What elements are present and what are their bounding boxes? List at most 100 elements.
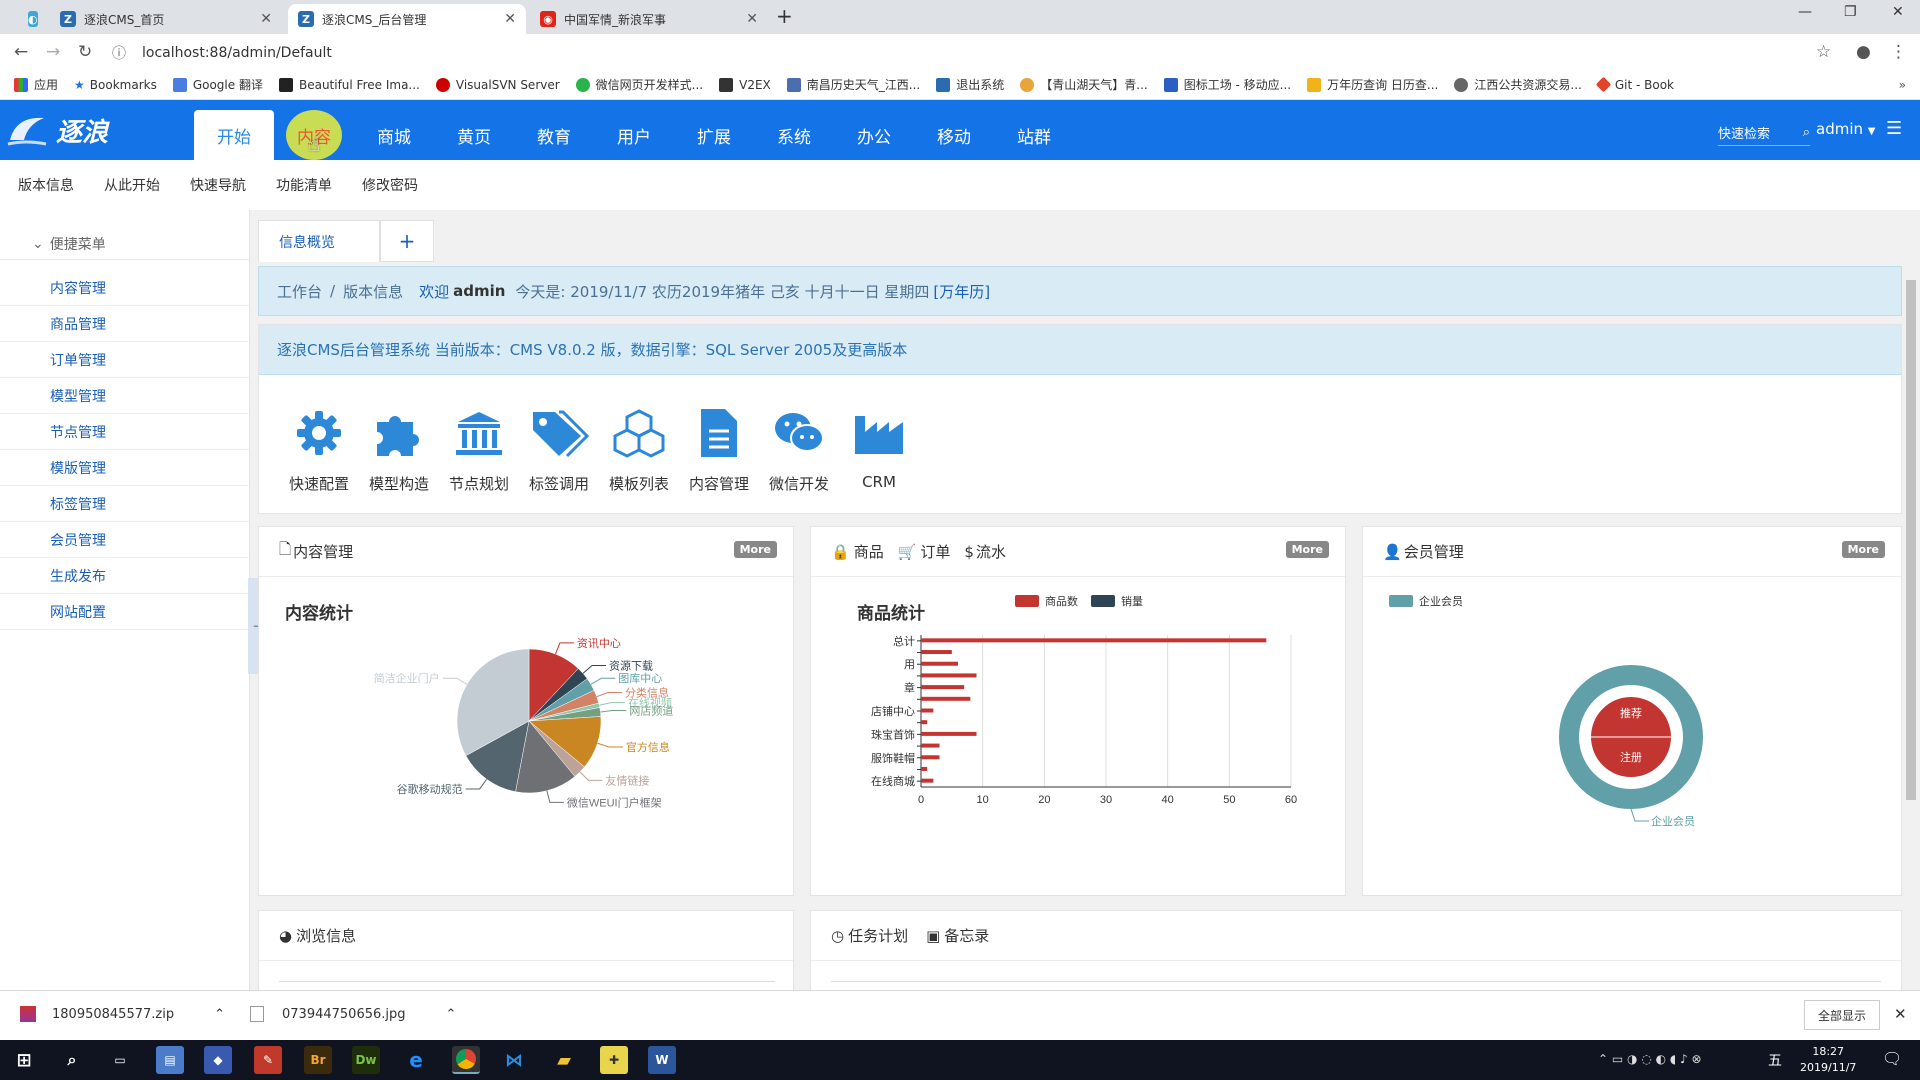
folder-icon[interactable]: ▰: [550, 1046, 578, 1074]
word-icon[interactable]: W: [648, 1046, 676, 1074]
forward-icon[interactable]: →: [46, 42, 60, 62]
menu-dots-icon[interactable]: ⋮: [1890, 42, 1907, 62]
nav-system[interactable]: 系统: [754, 110, 834, 160]
bookmark-item[interactable]: 退出系统: [936, 76, 1004, 93]
notepad-icon[interactable]: ▤: [156, 1046, 184, 1074]
close-icon[interactable]: ✕: [504, 11, 516, 27]
bookmark-item[interactable]: ★ Bookmarks: [74, 78, 157, 92]
nav-users[interactable]: 用户: [594, 110, 674, 160]
more-button[interactable]: More: [1285, 541, 1329, 558]
close-icon[interactable]: ✕: [746, 11, 758, 27]
sidebar-item-site-config[interactable]: 网站配置: [0, 594, 250, 630]
sidebar-item-publish[interactable]: 生成发布: [0, 558, 250, 594]
nav-education[interactable]: 教育: [514, 110, 594, 160]
more-button[interactable]: More: [733, 541, 777, 558]
sidebar-item-templates[interactable]: 模版管理: [0, 450, 250, 486]
subnav-version[interactable]: 版本信息: [18, 175, 74, 195]
new-tab-icon[interactable]: +: [776, 4, 793, 28]
reload-icon[interactable]: ↻: [78, 42, 92, 62]
browser-tab-sina[interactable]: ◉ 中国军情_新浪军事 ✕: [530, 4, 768, 34]
add-tab-button[interactable]: +: [380, 220, 434, 262]
tab-flow[interactable]: 流水: [976, 541, 1006, 562]
scrollbar-thumb[interactable]: [1906, 280, 1916, 800]
page-scrollbar[interactable]: [1902, 266, 1920, 990]
bookmark-item[interactable]: Git - Book: [1595, 76, 1674, 93]
close-icon[interactable]: ✕: [1894, 1005, 1907, 1023]
bookmark-item[interactable]: 图标工场 - 移动应...: [1163, 76, 1291, 93]
bridge-icon[interactable]: Br: [304, 1046, 332, 1074]
chevron-up-icon[interactable]: ⌃: [446, 1007, 457, 1022]
quick-tags[interactable]: 标签调用: [519, 403, 599, 494]
sidebar-item-members[interactable]: 会员管理: [0, 522, 250, 558]
bookmark-item[interactable]: V2EX: [719, 77, 771, 92]
subnav-start-here[interactable]: 从此开始: [104, 175, 160, 195]
notification-icon[interactable]: 🗨: [1882, 1049, 1902, 1068]
browser-tab-admin[interactable]: Z 逐浪CMS_后台管理 ✕: [288, 4, 526, 34]
quick-node[interactable]: 节点规划: [439, 403, 519, 494]
sidebar-header[interactable]: ⌄ 便捷菜单: [0, 228, 250, 260]
close-icon[interactable]: ✕: [260, 11, 272, 27]
quick-search[interactable]: 快速检索 ⌕: [1718, 120, 1810, 146]
sidebar-item-models[interactable]: 模型管理: [0, 378, 250, 414]
quick-model[interactable]: 模型构造: [359, 403, 439, 494]
tab-products[interactable]: 商品: [854, 541, 884, 562]
bookmark-item[interactable]: 南昌历史天气_江西...: [786, 76, 920, 93]
app-icon[interactable]: ✚: [600, 1046, 628, 1074]
vscode-icon[interactable]: ⋈: [500, 1046, 528, 1074]
dreamweaver-icon[interactable]: Dw: [352, 1046, 380, 1074]
quick-content[interactable]: 内容管理: [679, 403, 759, 494]
bookmark-item[interactable]: VisualSVN Server: [435, 77, 560, 92]
nav-office[interactable]: 办公: [834, 110, 914, 160]
sidebar-item-content[interactable]: 内容管理: [0, 270, 250, 306]
quick-templates[interactable]: 模板列表: [599, 403, 679, 494]
sidebar-item-products[interactable]: 商品管理: [0, 306, 250, 342]
sidebar-item-nodes[interactable]: 节点管理: [0, 414, 250, 450]
calendar-link[interactable]: [万年历]: [933, 281, 990, 302]
chrome-icon[interactable]: [452, 1046, 480, 1074]
back-icon[interactable]: ←: [14, 42, 28, 62]
quick-crm[interactable]: CRM: [839, 403, 919, 491]
nav-extend[interactable]: 扩展: [674, 110, 754, 160]
ime-icon[interactable]: 五: [1768, 1050, 1782, 1070]
hamburger-icon[interactable]: ☰: [1886, 118, 1902, 139]
more-bookmarks-icon[interactable]: »: [1899, 78, 1906, 92]
quick-wechat[interactable]: 微信开发: [759, 403, 839, 494]
subnav-quick-nav[interactable]: 快速导航: [190, 175, 246, 195]
nav-shop[interactable]: 商城: [354, 110, 434, 160]
quick-config[interactable]: 快速配置: [279, 403, 359, 494]
bookmark-apps[interactable]: 应用: [14, 76, 58, 93]
tab-orders[interactable]: 订单: [920, 541, 950, 562]
breadcrumb-home[interactable]: 工作台: [277, 281, 322, 302]
sidebar-item-tags[interactable]: 标签管理: [0, 486, 250, 522]
bookmark-item[interactable]: Beautiful Free Ima...: [278, 77, 420, 92]
task-view-icon[interactable]: ▭: [106, 1046, 134, 1074]
nav-yellowpages[interactable]: 黄页: [434, 110, 514, 160]
app-icon[interactable]: ✎: [254, 1046, 282, 1074]
download-item[interactable]: 180950845577.zip ⌃: [20, 1006, 225, 1022]
star-icon[interactable]: ☆: [1816, 42, 1831, 62]
restore-icon[interactable]: ❐: [1844, 4, 1857, 20]
tab-memo[interactable]: 备忘录: [944, 925, 989, 946]
search-icon[interactable]: ⌕: [58, 1046, 86, 1074]
nav-start[interactable]: 开始: [194, 110, 274, 160]
minimize-icon[interactable]: —: [1798, 4, 1812, 20]
window-close-icon[interactable]: ✕: [1892, 4, 1904, 20]
bookmark-item[interactable]: Google 翻译: [172, 76, 263, 93]
app-logo[interactable]: 逐浪: [6, 108, 146, 152]
url-bar[interactable]: ⓘ localhost:88/admin/Default: [112, 40, 1812, 66]
more-button[interactable]: More: [1841, 541, 1885, 558]
nav-mobile[interactable]: 移动: [914, 110, 994, 160]
browser-app-icon[interactable]: ◐: [18, 4, 38, 34]
bookmark-item[interactable]: 万年历查询 日历查...: [1307, 76, 1438, 93]
show-all-button[interactable]: 全部显示: [1804, 1000, 1880, 1030]
browser-tab-home[interactable]: Z 逐浪CMS_首页 ✕: [50, 4, 282, 34]
nav-sites[interactable]: 站群: [994, 110, 1074, 160]
tab-overview[interactable]: 信息概览: [258, 220, 380, 262]
bookmark-item[interactable]: 江西公共资源交易...: [1454, 76, 1582, 93]
user-menu[interactable]: admin ▼: [1816, 120, 1875, 138]
ie-icon[interactable]: e: [402, 1046, 430, 1074]
sidebar-item-orders[interactable]: 订单管理: [0, 342, 250, 378]
tray-icons[interactable]: ⌃ ▭ ◑ ◌ ◐ ◖ ♪ ⊗: [1598, 1052, 1702, 1066]
profile-icon[interactable]: ●: [1856, 42, 1871, 62]
app-icon[interactable]: ◆: [204, 1046, 232, 1074]
